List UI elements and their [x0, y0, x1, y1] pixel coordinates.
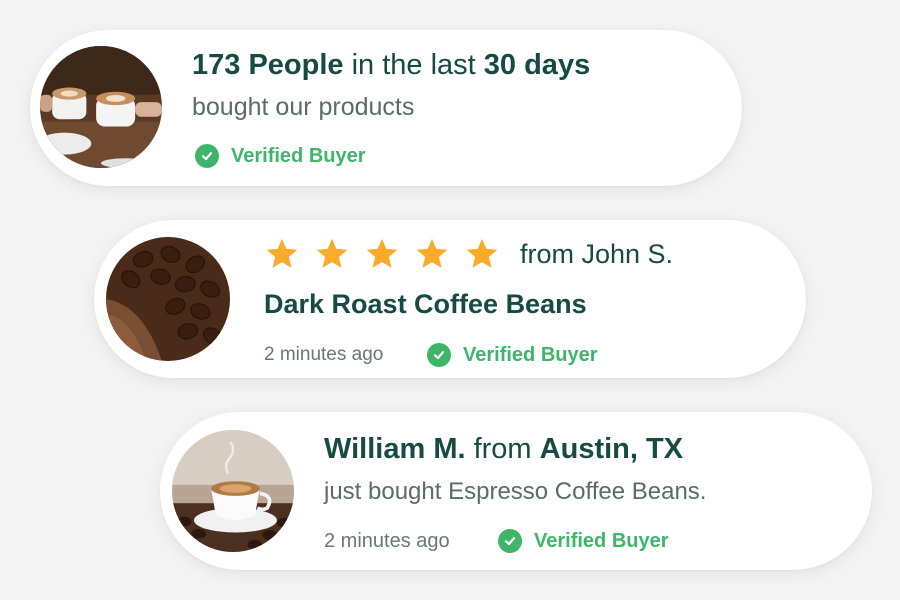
- check-circle-icon: [195, 144, 219, 168]
- check-circle-icon: [498, 529, 522, 553]
- reviewer-name: from John S.: [520, 239, 674, 269]
- headline-connector: in the last: [343, 49, 484, 81]
- notification-card-recent-buyers[interactable]: 173 People in the last 30 days bought ou…: [30, 30, 742, 186]
- star-icon: [266, 238, 298, 268]
- purchase-subtext: just bought Espresso Coffee Beans.: [324, 478, 707, 505]
- recent-buyers-headline: 173 People in the last 30 days: [192, 49, 590, 82]
- notification-card-purchase[interactable]: William M. from Austin, TX just bought E…: [160, 412, 872, 570]
- timestamp: 2 minutes ago: [324, 530, 450, 552]
- buyer-location: Austin, TX: [539, 433, 684, 465]
- verified-buyer-badge: Verified Buyer: [498, 529, 669, 553]
- product-name: Dark Roast Coffee Beans: [264, 289, 587, 319]
- star-icon: [316, 238, 348, 268]
- headline-connector: from: [465, 433, 540, 465]
- notification-card-review[interactable]: from John S. Dark Roast Coffee Beans 2 m…: [94, 220, 806, 378]
- verified-buyer-label: Verified Buyer: [231, 144, 366, 167]
- buyer-name: William M.: [324, 433, 466, 465]
- timestamp: 2 minutes ago: [264, 344, 384, 365]
- verified-buyer-label: Verified Buyer: [463, 343, 598, 366]
- purchase-headline: William M. from Austin, TX: [324, 433, 683, 466]
- coffee-cups-image: [40, 46, 162, 168]
- buyer-count: 173 People: [192, 49, 344, 81]
- star-icon: [366, 238, 398, 268]
- time-period: 30 days: [483, 49, 591, 81]
- coffee-beans-image: [106, 237, 230, 361]
- espresso-cup-image: [172, 430, 294, 552]
- check-circle-icon: [427, 343, 451, 367]
- verified-buyer-label: Verified Buyer: [534, 529, 669, 552]
- rating-stars: [264, 236, 500, 272]
- star-icon: [466, 238, 498, 268]
- star-icon: [416, 238, 448, 268]
- verified-buyer-badge: Verified Buyer: [427, 343, 598, 367]
- recent-buyers-subtext: bought our products: [192, 93, 415, 121]
- verified-buyer-badge: Verified Buyer: [195, 144, 366, 168]
